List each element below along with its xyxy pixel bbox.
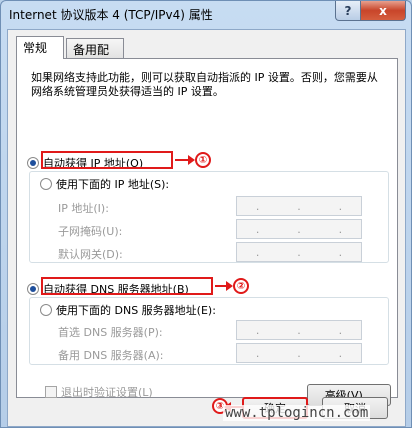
description-text: 如果网络支持此功能，则可以获取自动指派的 IP 设置。否则，您需要从网络系统管理… bbox=[31, 71, 378, 98]
help-button[interactable]: ? bbox=[335, 1, 361, 21]
annotation-arrow-1 bbox=[175, 155, 195, 165]
dns-groupbox: 使用下面的 DNS 服务器地址(E): 首选 DNS 服务器(P): ... 备… bbox=[29, 297, 389, 365]
preferred-dns-field: ... bbox=[236, 320, 362, 340]
tab-alternate-config[interactable]: 备用配置 bbox=[66, 38, 124, 74]
ip-address-label: IP 地址(I): bbox=[58, 202, 109, 215]
dialog-window: Internet 协议版本 4 (TCP/IPv4) 属性 ? x 常规 备用配… bbox=[0, 0, 412, 428]
tab-panel: 如果网络支持此功能，则可以获取自动指派的 IP 设置。否则，您需要从网络系统管理… bbox=[16, 58, 398, 406]
auto-ip-radio[interactable] bbox=[27, 157, 39, 169]
alternate-dns-label: 备用 DNS 服务器(A): bbox=[58, 349, 164, 362]
annotation-number-2: ② bbox=[233, 278, 249, 294]
annotation-box-1 bbox=[41, 151, 173, 169]
annotation-number-1: ① bbox=[195, 152, 211, 168]
validate-settings-checkbox[interactable] bbox=[45, 386, 57, 398]
gateway-field: ... bbox=[236, 242, 362, 262]
validate-settings-option[interactable]: 退出时验证设置(L) bbox=[45, 384, 153, 400]
manual-dns-label: 使用下面的 DNS 服务器地址(E): bbox=[56, 304, 216, 317]
preferred-dns-label: 首选 DNS 服务器(P): bbox=[58, 326, 163, 339]
annotation-arrow-2 bbox=[215, 281, 233, 291]
manual-dns-radio[interactable] bbox=[40, 304, 52, 316]
manual-ip-option[interactable]: 使用下面的 IP 地址(S): bbox=[40, 176, 169, 192]
watermark-text: www.tplogincn.com bbox=[223, 405, 371, 421]
subnet-mask-field: ... bbox=[236, 219, 362, 239]
subnet-mask-label: 子网掩码(U): bbox=[58, 225, 123, 238]
manual-dns-option[interactable]: 使用下面的 DNS 服务器地址(E): bbox=[40, 302, 216, 318]
window-title: Internet 协议版本 4 (TCP/IPv4) 属性 bbox=[9, 8, 213, 22]
validate-settings-label: 退出时验证设置(L) bbox=[61, 386, 153, 399]
manual-ip-label: 使用下面的 IP 地址(S): bbox=[56, 178, 170, 191]
ip-groupbox: 使用下面的 IP 地址(S): IP 地址(I): ... 子网掩码(U): .… bbox=[29, 171, 389, 263]
manual-ip-radio[interactable] bbox=[40, 178, 52, 190]
title-bar: Internet 协议版本 4 (TCP/IPv4) 属性 ? x bbox=[1, 1, 411, 27]
ip-address-field: ... bbox=[236, 196, 362, 216]
dialog-client: 常规 备用配置 如果网络支持此功能，则可以获取自动指派的 IP 设置。否则，您需… bbox=[7, 29, 406, 427]
close-button[interactable]: x bbox=[360, 1, 406, 21]
alternate-dns-field: ... bbox=[236, 343, 362, 363]
auto-dns-radio[interactable] bbox=[27, 283, 39, 295]
annotation-box-2 bbox=[41, 277, 213, 295]
tab-general[interactable]: 常规 bbox=[16, 36, 64, 59]
gateway-label: 默认网关(D): bbox=[58, 248, 123, 261]
